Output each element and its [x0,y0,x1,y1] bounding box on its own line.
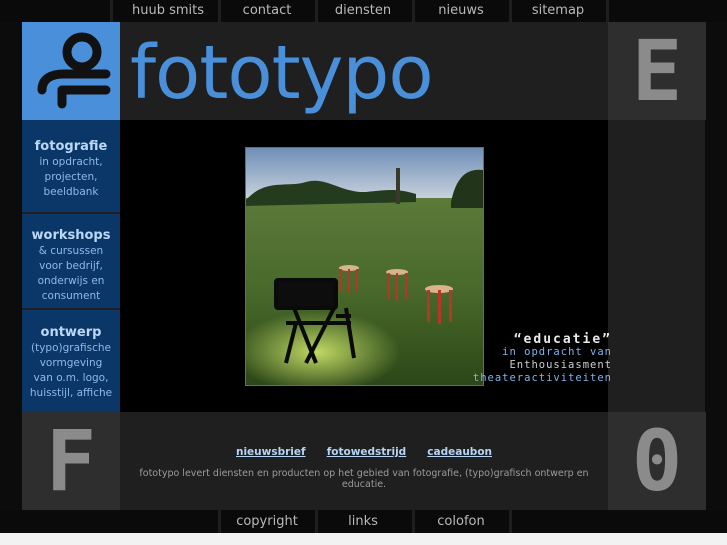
sidebar-section-fotografie[interactable]: fotografie in opdracht, projecten, beeld… [22,138,120,200]
sidebar-divider [22,212,120,214]
nav-separator [509,510,512,533]
chair-in-field-image [246,148,483,385]
letter-tile-f: F [22,412,120,510]
tile-letter: E [631,22,683,120]
footer-links: nieuwsbrief fotowedstrijd cadeaubon [120,440,608,459]
nav-link-contact[interactable]: contact [222,0,312,22]
nav-separator [110,0,113,22]
sidebar-text: projecten, [44,171,98,183]
top-nav: huub smits contact diensten nieuws sitem… [0,0,727,22]
page-bottom-edge [0,533,727,545]
nav-separator [218,510,221,533]
sidebar-section-workshops[interactable]: workshops & cursussen voor bedrijf, onde… [22,227,120,304]
nav-link-colofon[interactable]: colofon [416,510,506,533]
nav-separator [509,0,512,22]
sidebar-text: voor bedrijf, [39,260,103,272]
footer-tagline: fototypo levert diensten en producten op… [139,468,589,490]
sidebar-divider [22,308,120,310]
letter-tile-0: 0 [608,412,706,510]
sidebar-text: onderwijs en [37,275,105,287]
sidebar-title-fotografie[interactable]: fotografie [22,138,120,155]
sidebar-text: beeldbank [43,186,99,198]
tile-letter: F [45,412,97,510]
sidebar-text: consument [41,290,101,302]
footer-link-fotowedstrijd[interactable]: fotowedstrijd [327,446,407,458]
nav-separator [218,0,221,22]
caption-title: “educatie” [513,332,612,347]
nav-link-links[interactable]: links [318,510,408,533]
sidebar-text: (typo)grafische [30,342,111,354]
nav-link-huub-smits[interactable]: huub smits [122,0,214,22]
caption-line: theateractiviteiten [472,372,612,384]
right-column [608,120,705,412]
nav-link-copyright[interactable]: copyright [222,510,312,533]
nav-separator [606,0,609,22]
featured-photo[interactable] [245,147,484,386]
nav-link-diensten[interactable]: diensten [318,0,408,22]
photo-caption: “educatie” in opdracht van Enthousiasmen… [473,333,612,385]
sidebar-title-workshops[interactable]: workshops [22,227,120,244]
caption-line: in opdracht van [502,346,612,358]
sidebar: fotografie in opdracht, projecten, beeld… [22,120,120,412]
fototypo-logo-icon [37,32,111,109]
sidebar-text: van o.m. logo, [33,372,109,384]
tile-letter: 0 [631,412,683,510]
footer-link-nieuwsbrief[interactable]: nieuwsbrief [236,446,306,458]
logo-mark[interactable] [22,22,120,120]
sidebar-text: vormgeving [39,357,103,369]
sidebar-text: in opdracht, [39,156,103,168]
nav-link-nieuws[interactable]: nieuws [416,0,506,22]
footer-bar [120,412,608,510]
nav-separator [412,510,415,533]
footer-link-cadeaubon[interactable]: cadeaubon [427,446,492,458]
sidebar-text: huisstijl, affiche [29,387,113,399]
nav-separator [412,0,415,22]
nav-link-sitemap[interactable]: sitemap [513,0,603,22]
site-title[interactable]: fototypo [130,28,434,118]
bottom-nav: copyright links colofon [0,510,727,533]
sidebar-text: & cursussen [38,245,104,257]
sidebar-title-ontwerp[interactable]: ontwerp [22,324,120,341]
caption-line: Enthousiasment [509,359,612,371]
sidebar-section-ontwerp[interactable]: ontwerp (typo)grafische vormgeving van o… [22,324,120,401]
letter-tile-e: E [608,22,706,120]
